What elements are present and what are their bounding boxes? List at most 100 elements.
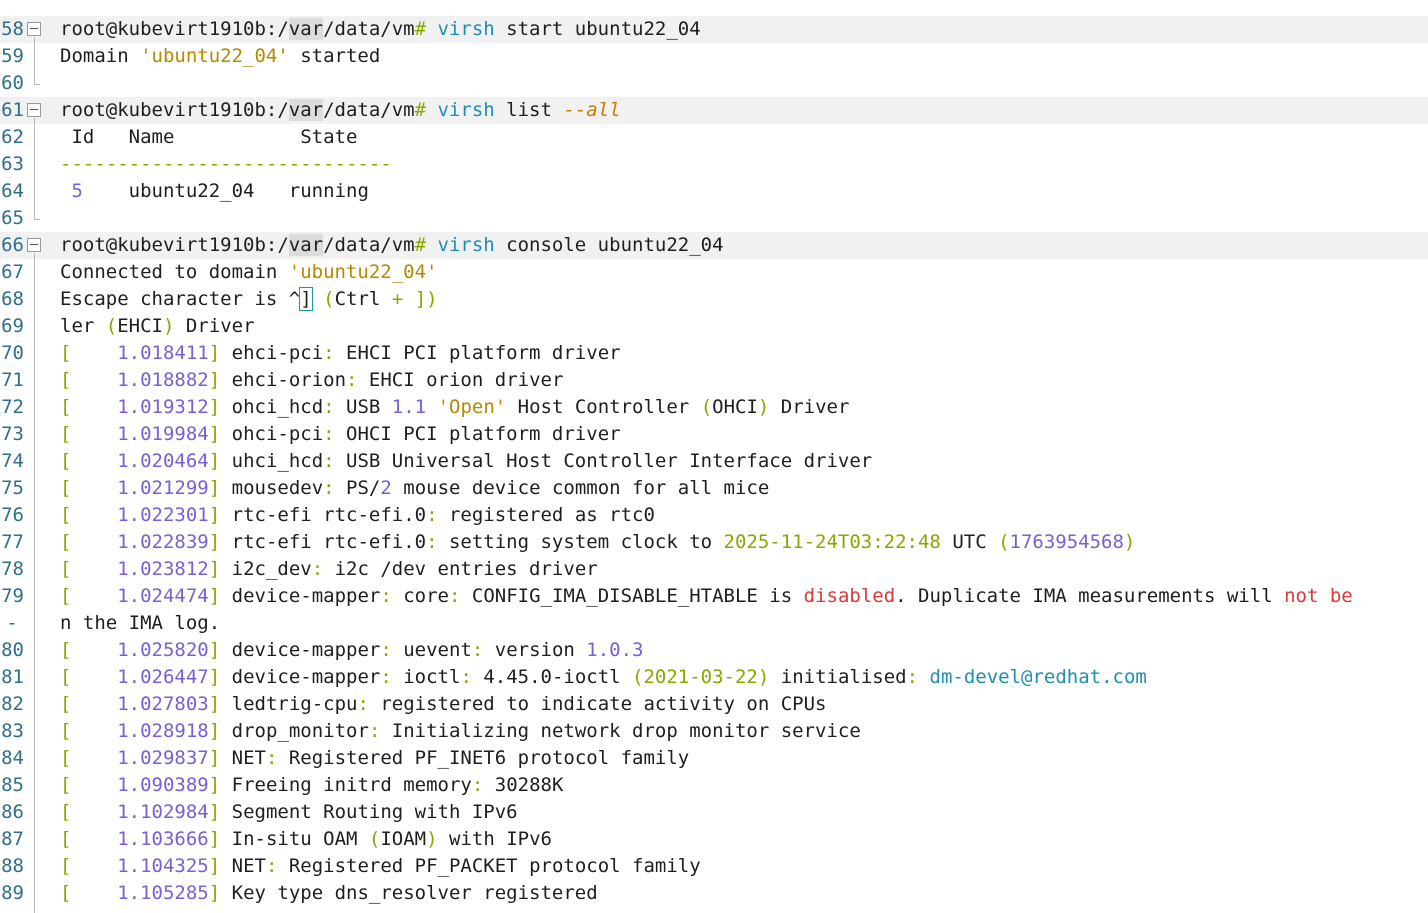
text-token: 'ubuntu22_04' <box>140 45 289 67</box>
text-token: ler <box>60 315 106 337</box>
text-token: ( <box>323 288 335 310</box>
text-token: [ <box>60 720 72 742</box>
line-text: Escape character is ^] (Ctrl + ]) <box>60 286 438 313</box>
line-text: [ 1.105285] Key type dns_resolver regist… <box>60 880 598 907</box>
line-number: 83 <box>1 720 24 742</box>
text-token: i2c_dev <box>220 558 312 580</box>
output-line: 60 <box>0 70 1428 97</box>
text-token: Segment Routing with IPv6 <box>220 801 518 823</box>
line-text: [ 1.023812] i2c_dev: i2c /dev entries dr… <box>60 556 598 583</box>
text-token: ehci-pci <box>220 342 324 364</box>
text-token: ] <box>208 558 221 580</box>
text-token: not be <box>1284 585 1353 607</box>
text-token: uevent <box>391 639 472 661</box>
text-token: ] <box>208 666 221 688</box>
text-token: EHCI PCI platform driver <box>334 342 621 364</box>
text-token: Driver <box>174 315 255 337</box>
text-token: ] <box>208 504 221 526</box>
text-token: Escape character is ^ <box>60 288 301 310</box>
fold-guide-end <box>34 219 40 220</box>
text-token: 1.022301 <box>117 504 209 526</box>
text-token: : <box>323 396 335 418</box>
line-text: [ 1.104325] NET: Registered PF_PACKET pr… <box>60 853 701 880</box>
text-token: ] <box>208 342 221 364</box>
text-token: ioctl <box>391 666 461 688</box>
cursor-highlight: ] <box>299 287 313 311</box>
line-number: 59 <box>1 45 24 67</box>
output-line: 75 [ 1.021299] mousedev: PS/2 mouse devic… <box>0 475 1428 502</box>
text-token: : <box>265 747 278 769</box>
text-token: var <box>288 99 324 121</box>
line-number: 66 <box>1 234 24 256</box>
text-token: disabled <box>803 585 896 607</box>
line-number: 82 <box>1 693 24 715</box>
text-token: 1763954568 <box>1009 531 1124 553</box>
text-token: [ <box>60 882 72 904</box>
text-token: 2025-11-24T03:22:48 <box>723 531 941 553</box>
text-token: : <box>380 666 392 688</box>
text-token: NET <box>220 747 266 769</box>
text-token: start ubuntu22_04 <box>494 18 701 40</box>
output-line: 62 Id Name State <box>0 124 1428 151</box>
line-number: 76 <box>1 504 24 526</box>
line-number: 88 <box>1 855 24 877</box>
text-token: EHCI orion driver <box>357 369 564 391</box>
line-text: [ 1.021299] mousedev: PS/2 mouse device … <box>60 475 769 502</box>
line-number: 69 <box>1 315 24 337</box>
output-line: 64 5 ubuntu22_04 running <box>0 178 1428 205</box>
output-line: 86 [ 1.102984] Segment Routing with IPv6 <box>0 799 1428 826</box>
text-token: ) <box>757 396 770 418</box>
text-token: list <box>494 99 564 121</box>
text-token: : <box>323 342 335 364</box>
text-token: uhci_hcd <box>220 450 324 472</box>
text-token: [ <box>60 396 72 418</box>
text-token: registered to indicate activity on CPUs <box>368 693 827 715</box>
text-token: : <box>380 639 392 661</box>
line-number: 77 <box>1 531 24 553</box>
line-text: [ 1.027803] ledtrig-cpu: registered to i… <box>60 691 826 718</box>
text-token: ] <box>208 531 221 553</box>
text-token: [ <box>60 423 72 445</box>
text-token: virsh <box>437 99 495 121</box>
text-token: : <box>426 531 438 553</box>
terminal-editor-view[interactable]: 57 58root@kubevirt1910b:/var/data/vm# vi… <box>0 0 1428 913</box>
output-line: 76 [ 1.022301] rtc-efi rtc-efi.0: registe… <box>0 502 1428 529</box>
line-number: 89 <box>1 882 24 904</box>
text-token: : <box>311 558 324 580</box>
line-number: 63 <box>1 153 24 175</box>
text-token: ] <box>208 477 221 499</box>
text-token: : <box>906 666 919 688</box>
text-token: 1.019984 <box>117 423 209 445</box>
text-token: ] <box>208 720 221 742</box>
output-line: 65 <box>0 205 1428 232</box>
fold-toggle-icon[interactable] <box>27 22 41 36</box>
text-token: /data/vm <box>323 234 415 256</box>
text-token: ] <box>208 423 221 445</box>
text-token: 2 <box>380 477 392 499</box>
fold-toggle-icon[interactable] <box>27 103 41 117</box>
line-text: [ 1.019984] ohci-pci: OHCI PCI platform … <box>60 421 621 448</box>
text-token: dm-devel@redhat.com <box>929 666 1147 688</box>
text-token: ] <box>208 801 221 823</box>
text-token: ( <box>368 828 381 850</box>
fold-guide <box>34 253 35 913</box>
text-token: ]) <box>414 288 438 310</box>
text-token: 30288K <box>483 774 564 796</box>
text-token: 1.019312 <box>117 396 209 418</box>
line-number: 64 <box>1 180 24 202</box>
text-token: mousedev <box>220 477 324 499</box>
text-token: 1.0.3 <box>586 639 644 661</box>
fold-toggle-icon[interactable] <box>27 238 41 252</box>
text-token: : <box>471 774 484 796</box>
line-text: ler (EHCI) Driver <box>60 313 255 340</box>
text-token: Domain <box>60 45 141 67</box>
line-number: 86 <box>1 801 24 823</box>
text-token: NET <box>220 855 266 877</box>
